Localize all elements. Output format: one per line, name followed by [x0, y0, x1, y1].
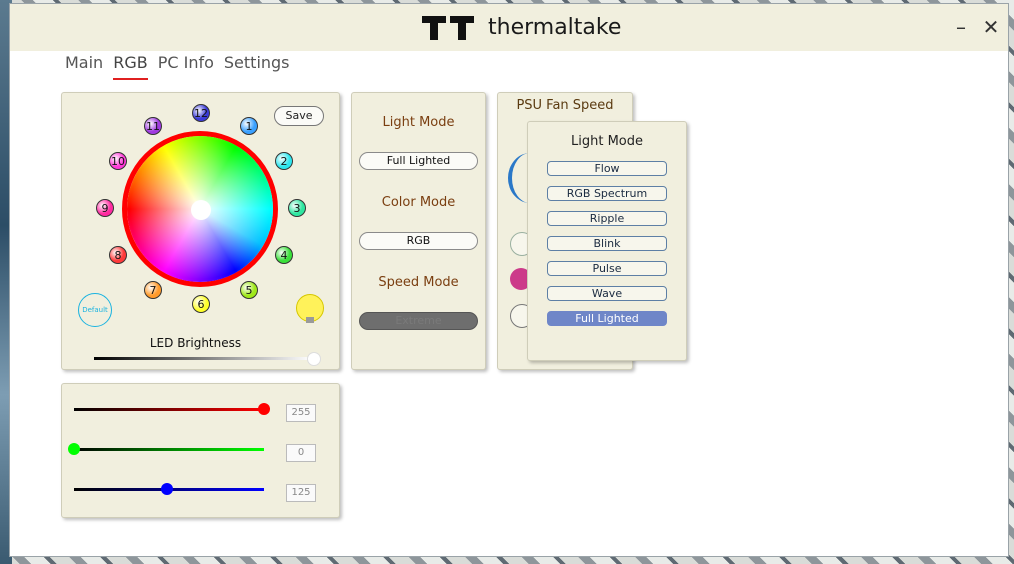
- red-slider-thumb[interactable]: [258, 403, 270, 415]
- red-slider-track[interactable]: [74, 408, 264, 411]
- tt-logo-icon: [422, 12, 476, 42]
- led-10-button[interactable]: 10: [109, 152, 127, 170]
- minimize-button[interactable]: –: [948, 14, 974, 40]
- dropdown-option[interactable]: Wave: [547, 286, 667, 301]
- tab-settings[interactable]: Settings: [224, 51, 290, 80]
- light-mode-title: Light Mode: [382, 115, 455, 130]
- tab-rgb[interactable]: RGB: [113, 51, 148, 80]
- led-2-button[interactable]: 2: [275, 152, 293, 170]
- color-picker-handle[interactable]: [191, 200, 211, 220]
- led-11-button[interactable]: 11: [144, 117, 162, 135]
- green-slider-thumb[interactable]: [68, 443, 80, 455]
- rgb-wheel-panel: Save 12 1 2 3 4 5 6 7 8 9 10 11 Default LED Brightn…: [61, 92, 340, 370]
- tab-bar: Main RGB PC Info Settings: [65, 51, 290, 80]
- led-4-button[interactable]: 4: [275, 246, 293, 264]
- led-8-button[interactable]: 8: [109, 246, 127, 264]
- psu-fan-title: PSU Fan Speed: [516, 98, 614, 113]
- title-bar: thermaltake – ✕: [10, 4, 1008, 51]
- speed-mode-title: Speed Mode: [378, 275, 459, 290]
- speed-mode-select[interactable]: Extreme: [359, 312, 478, 330]
- led-6-button[interactable]: 6: [192, 295, 210, 313]
- brightness-slider-thumb[interactable]: [307, 352, 321, 366]
- color-mode-title: Color Mode: [381, 195, 456, 210]
- blue-slider-thumb[interactable]: [161, 483, 174, 495]
- led-7-button[interactable]: 7: [144, 281, 162, 299]
- dropdown-option[interactable]: RGB Spectrum: [547, 186, 667, 201]
- color-mode-select[interactable]: RGB: [359, 232, 478, 250]
- led-5-button[interactable]: 5: [240, 281, 258, 299]
- led-1-button[interactable]: 1: [240, 117, 258, 135]
- led-9-button[interactable]: 9: [96, 199, 114, 217]
- dropdown-option[interactable]: Full Lighted: [547, 311, 667, 326]
- tab-pc-info[interactable]: PC Info: [158, 51, 214, 80]
- dropdown-option[interactable]: Ripple: [547, 211, 667, 226]
- rgb-sliders-panel: 255 0 125: [61, 383, 340, 518]
- brand-name: thermaltake: [488, 14, 622, 40]
- brightness-track[interactable]: [94, 357, 312, 360]
- red-value-field[interactable]: 255: [286, 404, 316, 422]
- led-12-button[interactable]: 12: [192, 104, 210, 122]
- light-mode-select[interactable]: Full Lighted: [359, 152, 478, 170]
- close-button[interactable]: ✕: [978, 14, 1004, 40]
- green-slider-track[interactable]: [74, 448, 264, 451]
- led-3-button[interactable]: 3: [288, 199, 306, 217]
- brand-logo: thermaltake: [422, 12, 621, 42]
- green-value-field[interactable]: 0: [286, 444, 316, 462]
- dropdown-option[interactable]: Pulse: [547, 261, 667, 276]
- dropdown-option[interactable]: Blink: [547, 236, 667, 251]
- tab-main[interactable]: Main: [65, 51, 103, 80]
- blue-value-field[interactable]: 125: [286, 484, 316, 502]
- app-window: thermaltake – ✕ Main RGB PC Info Setting…: [10, 4, 1008, 556]
- mode-panel: Light Mode Full Lighted Color Mode RGB S…: [351, 92, 486, 370]
- light-mode-dropdown: Light Mode Flow RGB Spectrum Ripple Blink Pu…: [527, 121, 687, 361]
- dropdown-title: Light Mode: [571, 134, 643, 149]
- bulb-icon[interactable]: [296, 294, 324, 323]
- save-button[interactable]: Save: [274, 106, 324, 126]
- default-button[interactable]: Default: [78, 293, 112, 327]
- brightness-label: LED Brightness: [149, 336, 242, 350]
- dropdown-option[interactable]: Flow: [547, 161, 667, 176]
